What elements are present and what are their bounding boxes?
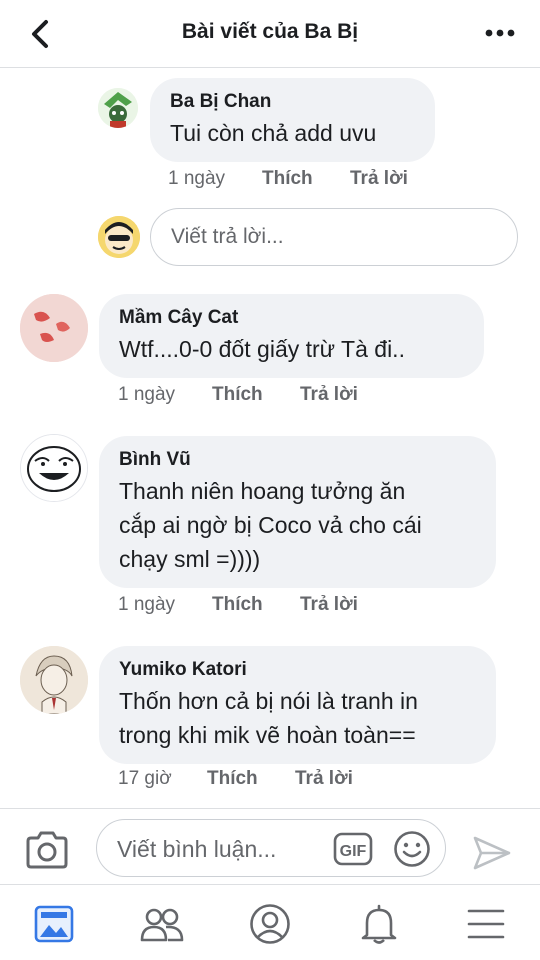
comment-actions: 1 ngày Thích Trả lời xyxy=(118,594,358,616)
comment-input[interactable]: Viết bình luận... GIF xyxy=(96,819,446,877)
tab-profile[interactable] xyxy=(248,903,292,945)
comment-author[interactable]: Yumiko Katori xyxy=(119,658,476,682)
reply-input[interactable]: Viết trả lời... xyxy=(150,208,518,266)
comment-author[interactable]: Ba Bị Chan xyxy=(170,90,415,114)
avatar[interactable] xyxy=(20,294,88,362)
comment-time[interactable]: 17 giờ xyxy=(118,768,207,790)
comment-text-line: Thốn hơn cả bị nói là tranh in xyxy=(119,688,418,714)
bottom-tab-bar xyxy=(0,884,540,960)
comment-bubble[interactable]: Bình Vũ Thanh niên hoang tưởng ăn cắp ai… xyxy=(99,436,496,588)
notifications-icon xyxy=(361,904,397,944)
top-bar: Bài viết của Ba Bị xyxy=(0,0,540,68)
avatar[interactable] xyxy=(98,88,138,128)
emoji-button[interactable] xyxy=(393,830,431,868)
comment-time[interactable]: 1 ngày xyxy=(118,594,212,616)
comments-list: Ba Bị Chan Tui còn chả add uvu 1 ngày Th… xyxy=(0,68,540,808)
reply-button[interactable]: Trả lời xyxy=(350,168,408,190)
news-feed-icon xyxy=(34,905,74,943)
comment-text-line: cắp ai ngờ bị Coco vả cho cái xyxy=(119,512,422,538)
tab-friends[interactable] xyxy=(140,903,184,945)
avatar xyxy=(98,216,140,258)
comment-text-line: Thanh niên hoang tưởng ăn xyxy=(119,478,406,504)
comment-actions: 1 ngày Thích Trả lời xyxy=(168,168,408,190)
camera-button[interactable] xyxy=(24,831,70,869)
comment-time[interactable]: 1 ngày xyxy=(168,168,262,190)
comment-text: Thốn hơn cả bị nói là tranh in trong khi… xyxy=(119,684,476,752)
comment-actions: 1 ngày Thích Trả lời xyxy=(118,384,358,406)
like-button[interactable]: Thích xyxy=(212,384,300,406)
comment-input-placeholder: Viết bình luận... xyxy=(117,836,277,862)
send-button[interactable] xyxy=(472,835,512,871)
gif-button[interactable]: GIF xyxy=(333,832,373,866)
avatar[interactable] xyxy=(20,646,88,714)
menu-icon xyxy=(467,909,505,939)
smiley-icon xyxy=(394,831,430,867)
comment-text-line: chạy sml =)))) xyxy=(119,546,261,572)
page-title: Bài viết của Ba Bị xyxy=(181,20,359,43)
avatar[interactable] xyxy=(20,434,88,502)
tab-menu[interactable] xyxy=(464,903,508,945)
reply-button[interactable]: Trả lời xyxy=(300,384,358,406)
tab-news-feed[interactable] xyxy=(32,903,76,945)
comment-author[interactable]: Bình Vũ xyxy=(119,448,476,472)
comment-text: Tui còn chả add uvu xyxy=(170,120,377,146)
like-button[interactable]: Thích xyxy=(212,594,300,616)
like-button[interactable]: Thích xyxy=(262,168,350,190)
comment-composer: Viết bình luận... GIF xyxy=(0,808,540,884)
comment-text-line: trong khi mik vẽ hoàn toàn== xyxy=(119,722,416,748)
send-icon xyxy=(473,836,511,870)
reply-button[interactable]: Trả lời xyxy=(300,594,358,616)
comment-text: Wtf....0-0 đốt giấy trừ Tà đi.. xyxy=(119,336,405,362)
comment-bubble[interactable]: Yumiko Katori Thốn hơn cả bị nói là tran… xyxy=(99,646,496,764)
like-button[interactable]: Thích xyxy=(207,768,295,790)
friends-icon xyxy=(140,908,184,942)
camera-icon xyxy=(26,831,68,869)
comment-author[interactable]: Mầm Cây Cat xyxy=(119,306,464,330)
comment-bubble[interactable]: Ba Bị Chan Tui còn chả add uvu xyxy=(150,78,435,162)
comment-bubble[interactable]: Mầm Cây Cat Wtf....0-0 đốt giấy trừ Tà đ… xyxy=(99,294,484,378)
reply-button[interactable]: Trả lời xyxy=(295,768,353,790)
profile-icon xyxy=(250,904,290,944)
tab-notifications[interactable] xyxy=(357,903,401,945)
gif-icon: GIF xyxy=(333,832,373,866)
comment-time[interactable]: 1 ngày xyxy=(118,384,212,406)
more-options-button[interactable] xyxy=(482,18,518,48)
comment-actions: 17 giờ Thích Trả lời xyxy=(118,768,353,790)
more-dots-icon xyxy=(485,29,515,37)
gif-label: GIF xyxy=(340,843,367,860)
comment-text: Thanh niên hoang tưởng ăn cắp ai ngờ bị … xyxy=(119,474,476,576)
